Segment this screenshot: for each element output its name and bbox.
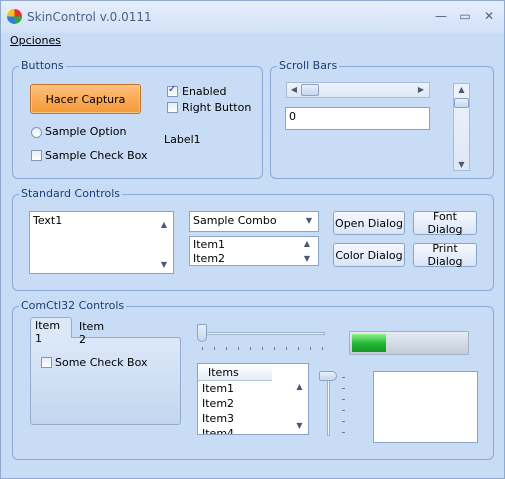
combo-dropdown-icon[interactable]: ▼	[303, 216, 315, 225]
maximize-icon[interactable]: ▭	[458, 9, 472, 23]
trackbar-tick	[342, 377, 345, 378]
buttons-group: Buttons	[12, 60, 263, 179]
vertical-scrollbar[interactable]	[453, 83, 470, 171]
app-logo-icon	[7, 9, 22, 24]
progress-fill	[352, 334, 386, 352]
listview-scroll-up-icon[interactable]: ▲	[293, 382, 306, 391]
trackbar-tick	[342, 421, 345, 422]
listbox-scroll-up-icon[interactable]: ▲	[301, 239, 313, 248]
vertical-trackbar[interactable]	[327, 375, 330, 436]
font-dialog-button[interactable]: Font Dialog	[413, 210, 477, 236]
list-item[interactable]: Item1	[193, 238, 315, 252]
enabled-label: Enabled	[182, 85, 227, 98]
some-checkbox-label: Some Check Box	[55, 356, 148, 369]
trackbar-tick	[286, 347, 287, 350]
capture-button[interactable]: Hacer Captura	[30, 84, 141, 114]
sample-option-label: Sample Option	[45, 125, 127, 138]
horizontal-trackbar-thumb[interactable]	[197, 324, 207, 342]
sample-checkbox[interactable]	[31, 150, 42, 161]
trackbar-tick	[274, 347, 275, 350]
trackbar-tick	[342, 388, 345, 389]
color-dialog-button[interactable]: Color Dialog	[333, 243, 405, 267]
scroll-value-field[interactable]: 0	[285, 107, 430, 130]
some-checkbox[interactable]	[41, 357, 52, 368]
scroll-up-icon[interactable]: ▲	[455, 85, 468, 94]
text-area-value: Text1	[33, 214, 63, 227]
sample-combo[interactable]: Sample Combo	[189, 211, 319, 232]
sample-checkbox-label: Sample Check Box	[45, 149, 148, 162]
trackbar-tick	[250, 347, 251, 350]
label1: Label1	[164, 133, 201, 146]
buttons-group-title: Buttons	[19, 59, 66, 72]
tab-item-1[interactable]: Item 1	[30, 317, 72, 345]
trackbar-tick	[226, 347, 227, 350]
progress-bar	[349, 331, 469, 355]
listbox-scroll-down-icon[interactable]: ▼	[301, 254, 313, 263]
comctl-group-title: ComCtl32 Controls	[19, 299, 127, 312]
trackbar-tick	[322, 347, 323, 350]
listview-item[interactable]: Item2	[202, 396, 308, 411]
minimize-icon[interactable]: —	[434, 9, 448, 23]
horizontal-trackbar[interactable]	[202, 332, 325, 335]
textarea-scroll-up-icon[interactable]: ▲	[157, 220, 171, 229]
trackbar-tick	[342, 432, 345, 433]
vertical-scroll-thumb[interactable]	[454, 98, 469, 108]
right-button-checkbox[interactable]	[167, 102, 178, 113]
trackbar-tick	[342, 410, 345, 411]
listview-header[interactable]: Items	[198, 364, 272, 381]
sample-option-radio[interactable]	[31, 127, 42, 138]
standard-controls-group-title: Standard Controls	[19, 187, 123, 200]
trackbar-tick	[202, 347, 203, 350]
trackbar-tick	[262, 347, 263, 350]
menu-bar: Opciones	[1, 33, 504, 49]
list-item[interactable]: Item2	[193, 252, 315, 266]
open-dialog-button[interactable]: Open Dialog	[333, 211, 405, 235]
menu-opciones[interactable]: Opciones	[10, 34, 61, 47]
blank-panel	[373, 371, 478, 443]
trackbar-tick	[298, 347, 299, 350]
textarea-scroll-down-icon[interactable]: ▼	[157, 260, 171, 269]
enabled-checkbox[interactable]	[167, 84, 178, 97]
tab-panel	[30, 337, 181, 425]
trackbar-tick	[214, 347, 215, 350]
vertical-trackbar-thumb[interactable]	[319, 371, 337, 381]
scrollbars-group-title: Scroll Bars	[277, 59, 340, 72]
right-button-label: Right Button	[182, 101, 252, 114]
scroll-right-icon[interactable]: ▶	[415, 85, 427, 94]
scroll-left-icon[interactable]: ◀	[288, 85, 300, 94]
listview-scroll-down-icon[interactable]: ▼	[293, 421, 306, 430]
sample-combo-value: Sample Combo	[193, 214, 277, 227]
scroll-down-icon[interactable]: ▼	[455, 160, 468, 169]
listbox[interactable]: Item1 Item2	[189, 236, 319, 266]
print-dialog-button[interactable]: Print Dialog	[413, 242, 477, 268]
tab-item-2[interactable]: Item 2	[75, 319, 117, 346]
horizontal-scroll-thumb[interactable]	[301, 84, 319, 96]
window-title: SkinControl v.0.0111	[27, 10, 152, 24]
title-bar[interactable]: SkinControl v.0.0111 — ▭ ✕	[1, 1, 504, 33]
text-area[interactable]: Text1	[29, 211, 174, 274]
trackbar-tick	[342, 399, 345, 400]
close-icon[interactable]: ✕	[482, 9, 496, 23]
app-window: SkinControl v.0.0111 — ▭ ✕ Opciones Butt…	[0, 0, 505, 479]
trackbar-tick	[238, 347, 239, 350]
trackbar-tick	[310, 347, 311, 350]
